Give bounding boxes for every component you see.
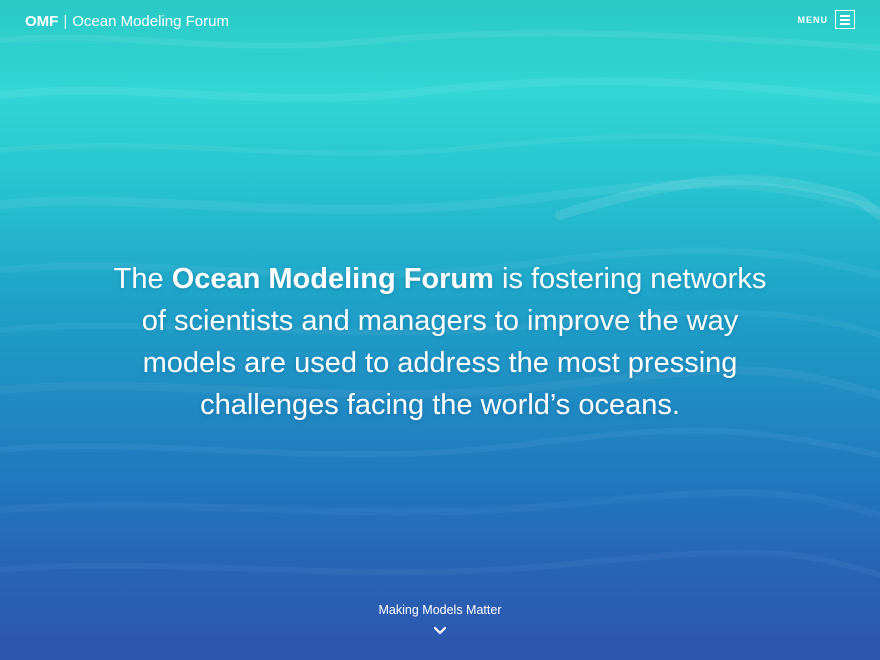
chevron-down-icon [433, 626, 447, 635]
tagline: Making Models Matter [378, 603, 502, 617]
brand-name: Ocean Modeling Forum [72, 13, 229, 30]
hero-statement: The Ocean Modeling Forum is fostering ne… [110, 258, 770, 426]
hamburger-icon [835, 10, 855, 29]
hero-text-lead: The [113, 263, 172, 295]
site-logo-link[interactable]: OMF | Ocean Modeling Forum [25, 13, 229, 31]
top-navigation-bar: OMF | Ocean Modeling Forum MENU [0, 0, 880, 46]
menu-button[interactable]: MENU [797, 10, 855, 29]
scroll-down-button[interactable] [432, 624, 448, 638]
hero-text-emphasis: Ocean Modeling Forum [171, 263, 494, 295]
brand-abbreviation: OMF [25, 13, 59, 30]
brand-separator: | [63, 13, 68, 30]
menu-label: MENU [797, 14, 828, 25]
